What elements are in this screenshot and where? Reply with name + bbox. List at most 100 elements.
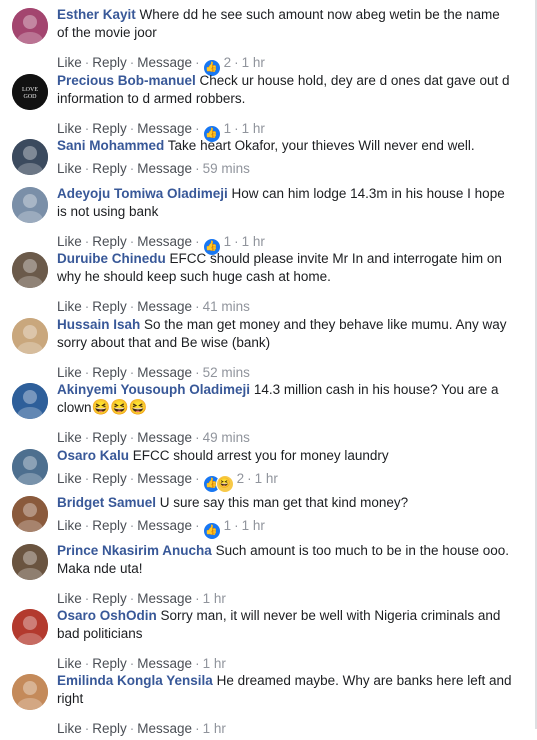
comment-text: EFCC should arrest you for money laundry [132, 448, 389, 463]
comment-actions: Like · Reply · Message · 52 mins [57, 364, 250, 382]
comment-actions: Like · Reply · Message · 👍 1 · 1 hr [57, 517, 265, 540]
separator: · [84, 430, 90, 445]
comment-author-link[interactable]: Sani Mohammed [57, 138, 164, 153]
comment-item: Akinyemi Yousouph Oladimeji 14.3 million… [0, 381, 532, 449]
comment-timestamp[interactable]: 1 hr [255, 471, 278, 486]
separator: · [195, 299, 200, 314]
comment-timestamp[interactable]: 1 hr [242, 234, 265, 249]
like-link[interactable]: Like [57, 656, 82, 671]
separator: · [129, 299, 135, 314]
reaction-count: 1 [223, 121, 232, 136]
avatar[interactable] [12, 383, 48, 419]
reply-link[interactable]: Reply [92, 121, 127, 136]
avatar[interactable] [12, 8, 48, 44]
separator: · [195, 121, 200, 136]
like-link[interactable]: Like [57, 234, 82, 249]
message-link[interactable]: Message [137, 656, 192, 671]
message-link[interactable]: Message [137, 591, 192, 606]
comment-author-link[interactable]: Bridget Samuel [57, 495, 156, 510]
comment-timestamp[interactable]: 52 mins [203, 365, 250, 380]
avatar[interactable] [12, 187, 48, 223]
comment-timestamp[interactable]: 1 hr [242, 55, 265, 70]
separator: · [129, 161, 135, 176]
reaction-count: 2 [223, 55, 232, 70]
avatar[interactable] [12, 609, 48, 645]
comment-item: Osaro OshOdin Sorry man, it will never b… [0, 607, 532, 675]
separator: · [129, 591, 135, 606]
separator: · [84, 234, 90, 249]
like-link[interactable]: Like [57, 55, 82, 70]
comment-item: Prince Nkasirim Anucha Such amount is to… [0, 542, 532, 610]
message-link[interactable]: Message [137, 121, 192, 136]
avatar[interactable] [12, 252, 48, 288]
message-link[interactable]: Message [137, 471, 192, 486]
like-link[interactable]: Like [57, 591, 82, 606]
comment-author-link[interactable]: Duruibe Chinedu [57, 251, 166, 266]
separator: · [195, 518, 200, 533]
separator: · [129, 365, 135, 380]
reply-link[interactable]: Reply [92, 656, 127, 671]
comment-body: Sani Mohammed Take heart Okafor, your th… [57, 137, 512, 155]
comment-timestamp[interactable]: 59 mins [203, 161, 250, 176]
message-link[interactable]: Message [137, 234, 192, 249]
avatar[interactable] [12, 318, 48, 354]
message-link[interactable]: Message [137, 299, 192, 314]
separator: · [129, 656, 135, 671]
comment-timestamp[interactable]: 1 hr [242, 518, 265, 533]
reply-link[interactable]: Reply [92, 55, 127, 70]
like-link[interactable]: Like [57, 430, 82, 445]
reactions-summary[interactable]: 👍😆 [202, 473, 234, 493]
message-link[interactable]: Message [137, 161, 192, 176]
comment-author-link[interactable]: Osaro Kalu [57, 448, 129, 463]
avatar[interactable] [12, 496, 48, 532]
like-link[interactable]: Like [57, 518, 82, 533]
avatar[interactable] [12, 674, 48, 710]
separator: · [84, 299, 90, 314]
separator: · [129, 471, 135, 486]
message-link[interactable]: Message [137, 430, 192, 445]
comment-timestamp[interactable]: 1 hr [203, 591, 226, 606]
separator: · [129, 55, 135, 70]
reply-link[interactable]: Reply [92, 471, 127, 486]
comment-timestamp[interactable]: 49 mins [203, 430, 250, 445]
avatar[interactable] [12, 544, 48, 580]
reaction-count: 2 [236, 471, 245, 486]
reactions-summary[interactable]: 👍 [202, 520, 221, 540]
message-link[interactable]: Message [137, 518, 192, 533]
comment-author-link[interactable]: Prince Nkasirim Anucha [57, 543, 212, 558]
comment-item: Bridget Samuel U sure say this man get t… [0, 494, 532, 540]
comment-body: Esther Kayit Where dd he see such amount… [57, 6, 512, 42]
comment-item: Adeyoju Tomiwa Oladimeji How can him lod… [0, 185, 532, 256]
reply-link[interactable]: Reply [92, 299, 127, 314]
reply-link[interactable]: Reply [92, 234, 127, 249]
like-link[interactable]: Like [57, 161, 82, 176]
comment-author-link[interactable]: Emilinda Kongla Yensila [57, 673, 213, 688]
separator: · [195, 161, 200, 176]
avatar[interactable]: LOVE GOD [12, 74, 48, 110]
comment-timestamp[interactable]: 1 hr [242, 121, 265, 136]
like-link[interactable]: Like [57, 299, 82, 314]
like-link[interactable]: Like [57, 121, 82, 136]
reply-link[interactable]: Reply [92, 518, 127, 533]
reply-link[interactable]: Reply [92, 365, 127, 380]
reply-link[interactable]: Reply [92, 161, 127, 176]
like-link[interactable]: Like [57, 365, 82, 380]
message-link[interactable]: Message [137, 365, 192, 380]
comment-body: Bridget Samuel U sure say this man get t… [57, 494, 512, 512]
message-link[interactable]: Message [137, 55, 192, 70]
avatar[interactable] [12, 139, 48, 175]
comment-timestamp[interactable]: 1 hr [203, 656, 226, 671]
comment-actions: Like · Reply · Message · 59 mins [57, 160, 250, 178]
haha-icon: 😆 [215, 475, 234, 493]
comment-author-link[interactable]: Akinyemi Yousouph Oladimeji [57, 382, 250, 397]
comment-author-link[interactable]: Precious Bob-manuel [57, 73, 196, 88]
reply-link[interactable]: Reply [92, 591, 127, 606]
comment-timestamp[interactable]: 41 mins [203, 299, 250, 314]
reply-link[interactable]: Reply [92, 430, 127, 445]
comment-author-link[interactable]: Adeyoju Tomiwa Oladimeji [57, 186, 228, 201]
comment-author-link[interactable]: Esther Kayit [57, 7, 136, 22]
comment-author-link[interactable]: Osaro OshOdin [57, 608, 157, 623]
avatar[interactable] [12, 449, 48, 485]
like-link[interactable]: Like [57, 471, 82, 486]
comment-author-link[interactable]: Hussain Isah [57, 317, 140, 332]
